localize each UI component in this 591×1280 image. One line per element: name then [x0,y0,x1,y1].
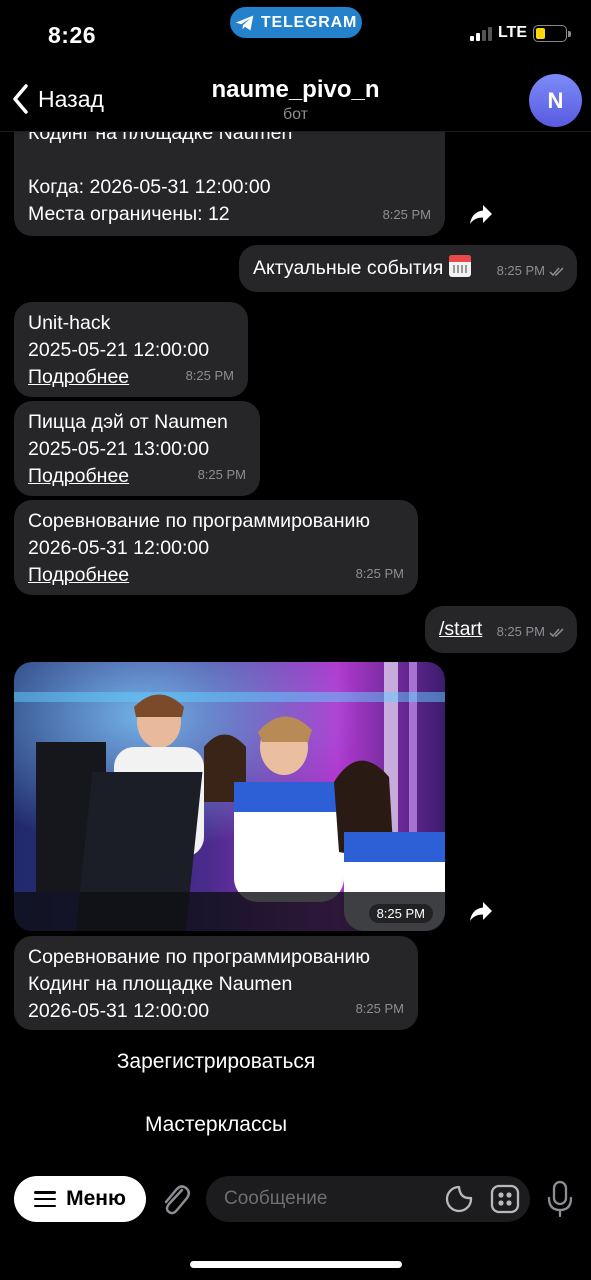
status-time: 8:26 [48,22,97,48]
message-outgoing[interactable]: /start 8:25 PM [425,606,577,653]
calendar-icon [449,255,472,277]
masterclasses-button[interactable]: Мастерклассы [14,1113,418,1137]
message-event[interactable]: Пицца дэй от Naumen 2025-05-21 13:00:00 … [14,401,260,496]
message-time: 8:25 PM [197,467,246,482]
status-bar: 8:26 TELEGRAM LTE [0,0,591,70]
telegram-pill[interactable]: TELEGRAM [230,7,362,38]
details-link[interactable]: Подробнее [28,562,404,589]
network-type: LTE [497,24,527,41]
event-date: 2025-05-21 13:00:00 [28,438,210,460]
message-time: 8:25 PM [497,257,565,284]
message-time-label: 8:25 PM [496,263,545,278]
message-event[interactable]: Соревнование по программированию 2026-05… [14,500,418,595]
message-time: 8:25 PM [382,207,431,222]
paperclip-icon[interactable] [158,1180,194,1218]
mini-app-icon[interactable] [490,1184,520,1214]
message-line: Кодинг на площадке Naumen [28,132,293,144]
event-date: 2025-05-21 12:00:00 [28,339,210,361]
chat-messages[interactable]: Кодинг на площадке Naumen Когда: 2026-05… [0,132,591,1166]
event-subtitle: Кодинг на площадке Naumen [28,973,293,995]
message-event-caption[interactable]: Соревнование по программированию Кодинг … [14,936,418,1030]
photo-time: 8:25 PM [368,904,433,923]
message-time-label: 8:25 PM [496,624,545,639]
sticker-icon[interactable] [444,1184,474,1214]
share-arrow-icon [470,902,492,921]
message-time: 8:25 PM [185,368,234,383]
event-title: Соревнование по программированию [28,946,371,968]
menu-button[interactable]: Меню [14,1176,146,1222]
avatar[interactable]: N [529,74,582,127]
message-input[interactable] [206,1176,530,1222]
event-date: 2026-05-31 12:00:00 [28,537,210,559]
microphone-icon[interactable] [544,1180,576,1218]
read-checks-icon [549,628,564,637]
message-line: Когда: 2026-05-31 12:00:00 [28,176,271,198]
battery-icon [533,24,571,42]
chat-subtitle: бот [282,106,309,123]
message-outgoing[interactable]: Актуальные события 8:25 PM [239,245,577,292]
message-event-details[interactable]: Кодинг на площадке Naumen Когда: 2026-05… [14,132,445,236]
input-bar: Меню [0,1166,591,1232]
register-button[interactable]: Зарегистрироваться [14,1050,418,1074]
chat-header: Назад naume_pivo_n бот N [0,70,591,132]
photo-message[interactable]: 8:25 PM [14,662,445,931]
message-line: Места ограничены: 12 [28,203,230,225]
esports-team-photo [14,662,445,931]
signal-icon [469,26,492,41]
message-line [28,147,431,174]
message-text: Актуальные события [253,257,444,279]
read-checks-icon [549,267,564,276]
share-arrow-icon [470,205,492,224]
telegram-icon [235,15,254,30]
message-time: 8:25 PM [355,566,404,581]
telegram-pill-label: TELEGRAM [260,13,358,31]
event-title: Соревнование по программированию [28,510,371,532]
home-indicator [190,1261,402,1268]
message-event[interactable]: Unit-hack 2025-05-21 12:00:00 Подробнее … [14,302,248,397]
status-indicators: LTE [469,24,571,42]
message-time: 8:25 PM [497,618,565,645]
command-link[interactable]: /start [439,618,482,640]
message-time: 8:25 PM [355,1001,404,1016]
event-date: 2026-05-31 12:00:00 [28,1000,210,1022]
menu-label: Меню [66,1187,126,1210]
forward-button[interactable] [466,896,496,926]
chat-title[interactable]: naume_pivo_n [0,76,591,104]
event-title: Пицца дэй от Naumen [28,411,228,433]
hamburger-icon [34,1191,57,1207]
forward-button[interactable] [466,199,496,229]
event-title: Unit-hack [28,312,111,334]
